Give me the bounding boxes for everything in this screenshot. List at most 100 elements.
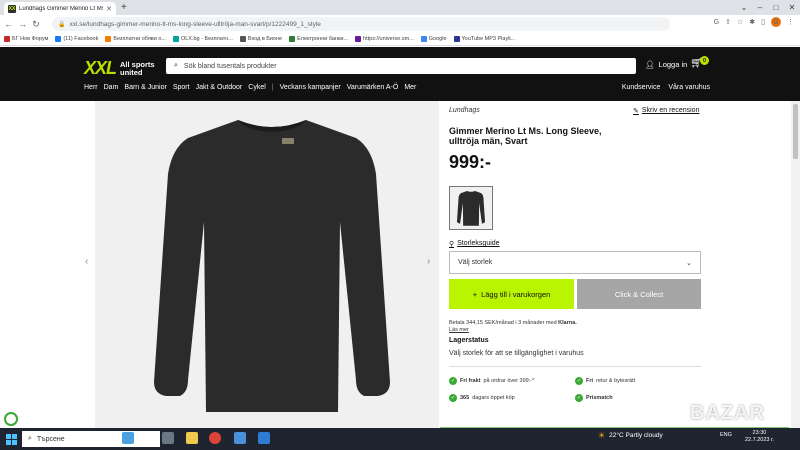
pencil-icon: ✎ [633, 108, 639, 115]
click-collect-button[interactable]: Click & Collect [577, 279, 701, 309]
stock-text: Välj storlek för att se tillgänglighet i… [449, 350, 584, 357]
tab-active[interactable]: XX Lundhags Gimmer Merino Lt Ms ✕ [4, 2, 116, 15]
klarna-brand: Klarna. [558, 320, 577, 326]
check-icon: ✓ [575, 377, 583, 385]
bookmark-item[interactable]: YouTube MP3 Playli... [453, 36, 516, 42]
share-icon[interactable]: ⇪ [725, 18, 731, 26]
nav-item[interactable]: Veckans kampanjer [280, 84, 341, 91]
bookmark-label: Вход в Бионе [247, 36, 283, 42]
window-controls: ⌄ – □ ✕ [736, 0, 800, 15]
taskbar-search[interactable]: ⌕ Търсене [22, 431, 160, 447]
back-icon[interactable]: ← [4, 19, 13, 29]
close-window-icon[interactable]: ✕ [784, 0, 800, 15]
forward-icon[interactable]: → [18, 19, 27, 29]
bookmark-item[interactable]: Безплатни обяви о... [105, 36, 166, 42]
close-tab-icon[interactable]: ✕ [106, 5, 112, 13]
add-to-cart-button[interactable]: + Lägg till i varukorgen [449, 279, 574, 309]
sidebar-icon[interactable]: ▯ [761, 18, 765, 26]
chevron-down-icon: ⌄ [686, 259, 692, 267]
bookmark-favicon-icon [355, 36, 362, 42]
extensions-icon[interactable]: ✱ [749, 18, 755, 26]
windows-start-icon[interactable] [6, 433, 22, 445]
bookmark-item[interactable]: https://universe.sm... [355, 36, 414, 42]
nav-item[interactable]: Dam [104, 84, 119, 91]
nav-item[interactable]: Sport [173, 84, 190, 91]
bookmark-item[interactable]: Google [420, 36, 447, 42]
bookmark-label: https://universe.sm... [363, 36, 414, 42]
lock-icon[interactable]: 🔒 [58, 21, 65, 28]
check-icon: ✓ [449, 394, 457, 402]
file-explorer-icon[interactable] [186, 432, 198, 444]
check-icon: ✓ [449, 377, 457, 385]
bookmark-label: Google [428, 36, 447, 42]
usp-bold: 365 [460, 395, 470, 401]
profile-avatar-icon[interactable]: G [771, 17, 781, 27]
color-thumbnail[interactable] [449, 186, 493, 230]
google-lens-icon[interactable]: G [714, 19, 719, 26]
login-button[interactable]: 👤︎ Logga in [645, 60, 687, 69]
read-more-link[interactable]: Läs mer [449, 327, 469, 333]
bookmark-item[interactable]: Вход в Бионе [239, 36, 283, 42]
bookmarks-bar: БГ Нов Форум (11) Facebook Безплатни обяви… [0, 33, 800, 46]
nav-item[interactable]: Cykel [248, 84, 266, 91]
bookmark-favicon-icon [289, 36, 296, 42]
clock-date: 22.7.2023 г. [745, 437, 774, 443]
usp-text: retur & bytesrätt [596, 378, 636, 384]
app-icon[interactable] [258, 432, 270, 444]
divider [449, 366, 701, 367]
bookmark-item[interactable]: Електронни банки... [289, 36, 348, 42]
size-select[interactable]: Välj storlek ⌄ [449, 251, 701, 274]
nav-item[interactable]: Jakt & Outdoor [196, 84, 243, 91]
maximize-icon[interactable]: □ [768, 0, 784, 15]
watermark: BAZAR [690, 402, 765, 424]
product-image[interactable] [150, 112, 394, 414]
size-guide-label: Storleksguide [457, 240, 500, 247]
search-icon: ⌕ [174, 62, 178, 69]
search-input[interactable]: ⌕ Sök bland tusentals produkter [166, 58, 636, 74]
thumbnail-shirt-icon [456, 190, 486, 226]
clock[interactable]: 23:30 22.7.2023 г. [745, 430, 774, 444]
nav-separator: | [271, 84, 274, 91]
bookmark-favicon-icon [239, 36, 246, 42]
bookmark-favicon-icon [420, 36, 427, 42]
help-link[interactable]: Kundservice [622, 84, 661, 91]
bookmark-item[interactable]: БГ Нов Форум [4, 36, 48, 42]
xxl-logo[interactable]: XXL All sports united [84, 58, 164, 79]
logo-tagline: All sports united [120, 59, 155, 77]
help-link[interactable]: Våra varuhus [668, 84, 710, 91]
bookmark-item[interactable]: OLX.bg - Безплатн... [172, 36, 233, 42]
language-indicator[interactable]: ENG [720, 432, 732, 438]
nav-item[interactable]: Barn & Junior [124, 84, 166, 91]
new-tab-icon[interactable]: + [121, 2, 127, 13]
chevron-right-icon[interactable]: › [427, 256, 430, 267]
url-bar[interactable]: 🔒 xxl.se/lundhags-gimmer-merino-lt-ms-lo… [52, 17, 670, 31]
product-title: Gimmer Merino Lt Ms. Long Sleeve, ulltrö… [449, 126, 602, 146]
bookmark-item[interactable]: (11) Facebook [55, 36, 98, 42]
nav-item[interactable]: Mer [404, 84, 416, 91]
reload-icon[interactable]: ↻ [32, 19, 40, 30]
scrollbar-thumb[interactable] [793, 104, 798, 159]
bookmark-label: YouTube MP3 Playli... [461, 36, 516, 42]
write-review-link[interactable]: ✎ Skriv en recension [633, 107, 699, 115]
brand-logo[interactable]: Lundhags [449, 107, 480, 114]
nav-item[interactable]: Varumärken A-Ö [347, 84, 399, 91]
usp-bold: Fri frakt [460, 378, 481, 384]
usp-text: dagars öppet köp [472, 395, 515, 401]
size-guide-link[interactable]: ⚲ Storleksguide [449, 240, 500, 248]
menu-icon[interactable]: ⋮ [787, 18, 794, 26]
bookmark-favicon-icon [453, 36, 460, 42]
chevron-down-icon[interactable]: ⌄ [736, 0, 752, 15]
star-icon[interactable]: ☆ [737, 18, 743, 26]
nav-item[interactable]: Herr [84, 84, 98, 91]
weather-widget[interactable]: ☀ 22°C Partly cloudy [598, 431, 663, 440]
usp-free-returns: ✓ Fri retur & bytesrätt [575, 377, 635, 385]
minimize-icon[interactable]: – [752, 0, 768, 15]
task-view-icon[interactable] [162, 432, 174, 444]
chrome-icon[interactable] [209, 432, 221, 444]
add-to-cart-label: Lägg till i varukorgen [481, 289, 551, 299]
app-icon[interactable] [234, 432, 246, 444]
chevron-left-icon[interactable]: ‹ [85, 256, 88, 267]
recycle-icon [4, 412, 18, 426]
beach-widget-icon[interactable] [122, 432, 134, 444]
taskbar-search-placeholder: Търсене [36, 435, 65, 443]
